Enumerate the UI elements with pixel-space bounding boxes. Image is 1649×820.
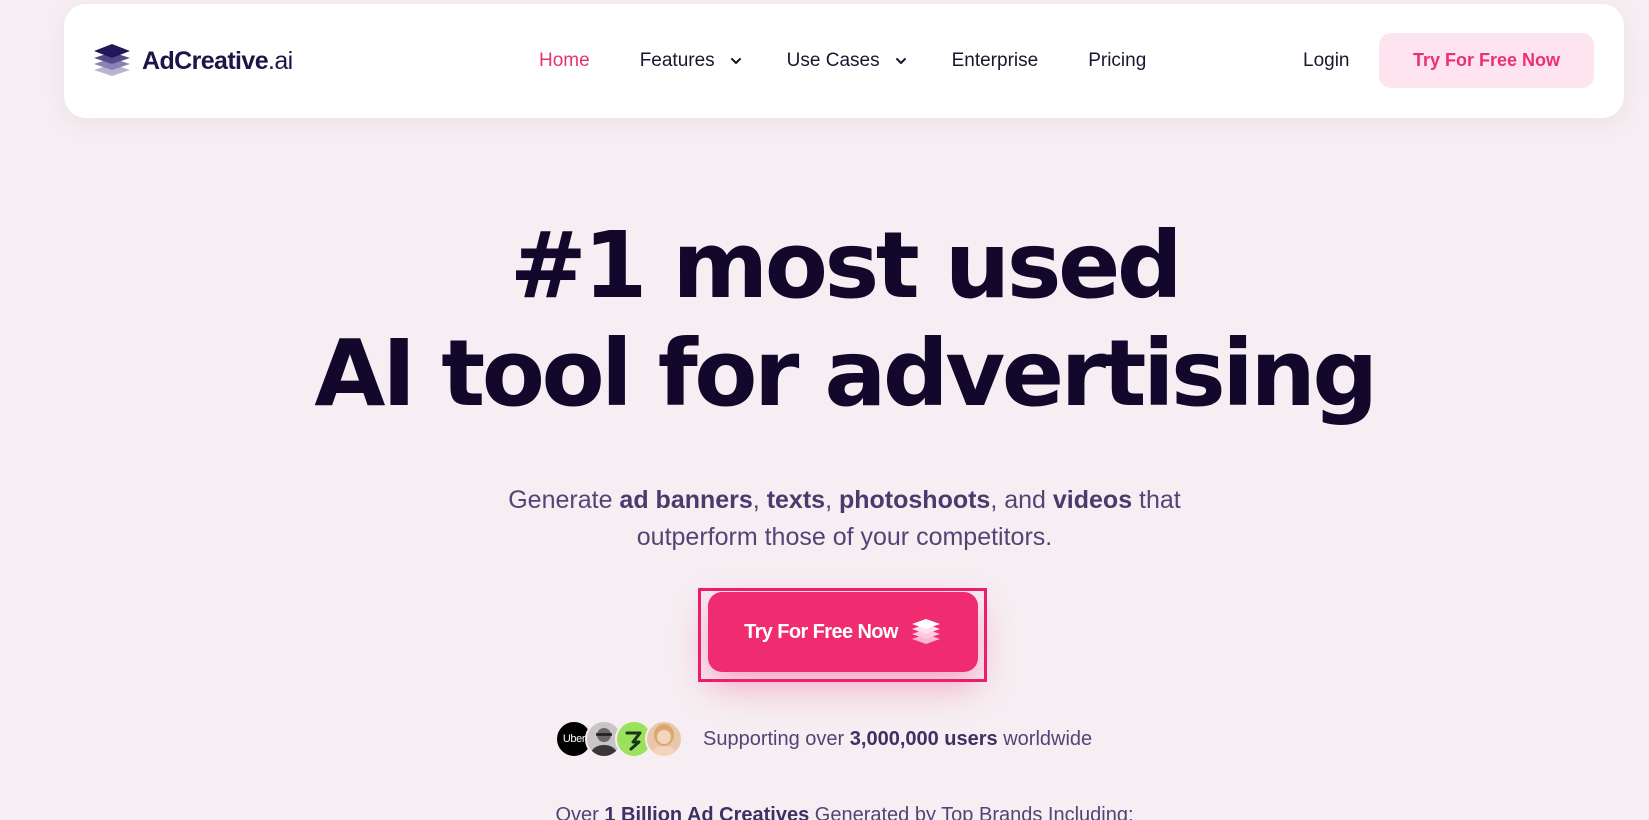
page: AdCreative.ai Home Features Use Cases En…: [0, 0, 1649, 820]
subtitle-texts: texts: [766, 486, 826, 514]
nav-link-features-label: Features: [639, 50, 715, 71]
hero-title: #1 most used AI tool for advertising: [0, 212, 1649, 428]
cta-label: Try For Free Now: [744, 620, 898, 643]
navbar: AdCreative.ai Home Features Use Cases En…: [64, 4, 1624, 118]
nav-link-home[interactable]: Home: [539, 50, 590, 72]
hero-title-line-1: #1 most used: [509, 212, 1183, 319]
nav-link-use-cases-label: Use Cases: [786, 50, 880, 71]
try-for-free-hero-button[interactable]: Try For Free Now: [708, 592, 978, 672]
main-nav: Home Features Use Cases Enterprise Prici…: [539, 4, 1146, 118]
nav-link-features[interactable]: Features: [640, 50, 743, 72]
nav-link-enterprise[interactable]: Enterprise: [952, 50, 1039, 72]
subtitle-photoshoots: photoshoots: [838, 486, 991, 514]
subtitle-videos: videos: [1052, 486, 1133, 514]
avatar-uber-label: Uber: [562, 733, 586, 745]
nav-link-use-cases[interactable]: Use Cases: [787, 50, 908, 72]
user-support-row: Uber Supporting over 3,000,000 users wor…: [555, 718, 1092, 760]
chevron-down-icon: [895, 58, 906, 64]
avatar-group: Uber: [555, 720, 683, 758]
person-icon: [651, 724, 677, 756]
subtitle-ad-banners: ad banners: [619, 486, 753, 514]
logo[interactable]: AdCreative.ai: [92, 42, 293, 80]
layers-icon: [911, 619, 940, 644]
logo-text: AdCreative.ai: [142, 46, 293, 75]
chevron-down-icon: [730, 58, 741, 64]
login-link[interactable]: Login: [1303, 4, 1350, 118]
avatar: [645, 720, 683, 758]
hero-title-line-2: AI tool for advertising: [314, 320, 1378, 427]
try-for-free-header-button[interactable]: Try For Free Now: [1379, 33, 1594, 88]
hero-subtitle: Generate ad banners, texts, photoshoots,…: [508, 486, 1181, 551]
support-text: Supporting over 3,000,000 users worldwid…: [703, 727, 1093, 750]
nav-link-pricing[interactable]: Pricing: [1088, 50, 1146, 72]
subtitle-line-2: outperform those of your competitors.: [636, 523, 1053, 551]
layers-logo-icon: [94, 44, 130, 76]
brands-caption: Over 1 Billion Ad Creatives Generated by…: [555, 804, 1134, 820]
